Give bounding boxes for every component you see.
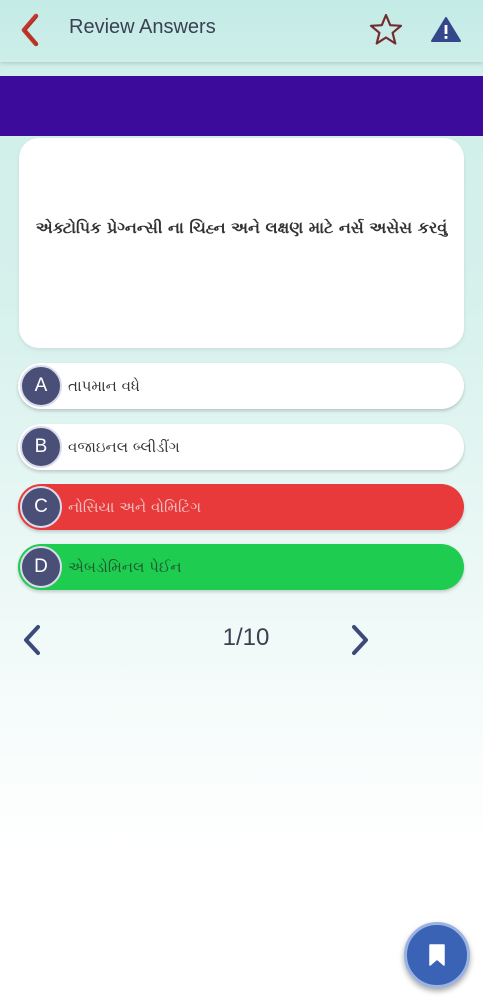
option-letter: B <box>20 426 62 468</box>
option-c[interactable]: C નોસિયા અને વોમિટિંગ <box>18 484 464 530</box>
question-text: એક્ટોપિક પ્રેગ્નન્સી ના ચિહ્ન અને લક્ષણ … <box>35 218 448 237</box>
favorite-button[interactable] <box>368 12 404 48</box>
option-text: વજાઇનલ બ્લીડીંગ <box>68 438 180 456</box>
star-outline-icon <box>369 13 403 45</box>
option-d[interactable]: D એબડોમિનલ પેઈન <box>18 544 464 590</box>
warning-icon <box>431 17 461 42</box>
back-button[interactable] <box>12 10 52 50</box>
option-letter: C <box>20 486 62 528</box>
next-question-button[interactable] <box>342 620 376 660</box>
chevron-left-icon <box>24 625 40 655</box>
page-title: Review Answers <box>69 16 216 38</box>
option-text: નોસિયા અને વોમિટિંગ <box>68 498 202 516</box>
bookmark-icon <box>429 944 445 966</box>
page-indicator: 1/10 <box>222 624 270 651</box>
option-text: તાપમાન વધે <box>68 377 140 395</box>
option-text: એબડોમિનલ પેઈન <box>68 558 182 576</box>
option-b[interactable]: B વજાઇનલ બ્લીડીંગ <box>18 424 464 470</box>
app-header: Review Answers <box>0 0 483 62</box>
previous-question-button[interactable] <box>16 620 50 660</box>
chevron-right-icon <box>352 625 368 655</box>
option-letter: A <box>20 365 62 407</box>
ad-banner <box>0 76 483 136</box>
question-card: એક્ટોપિક પ્રેગ્નન્સી ના ચિહ્ન અને લક્ષણ … <box>19 138 464 348</box>
bookmark-button[interactable] <box>404 922 470 988</box>
option-letter: D <box>20 546 62 588</box>
option-a[interactable]: A તાપમાન વધે <box>18 363 464 409</box>
chevron-left-icon <box>21 13 39 47</box>
report-button[interactable] <box>429 13 463 47</box>
